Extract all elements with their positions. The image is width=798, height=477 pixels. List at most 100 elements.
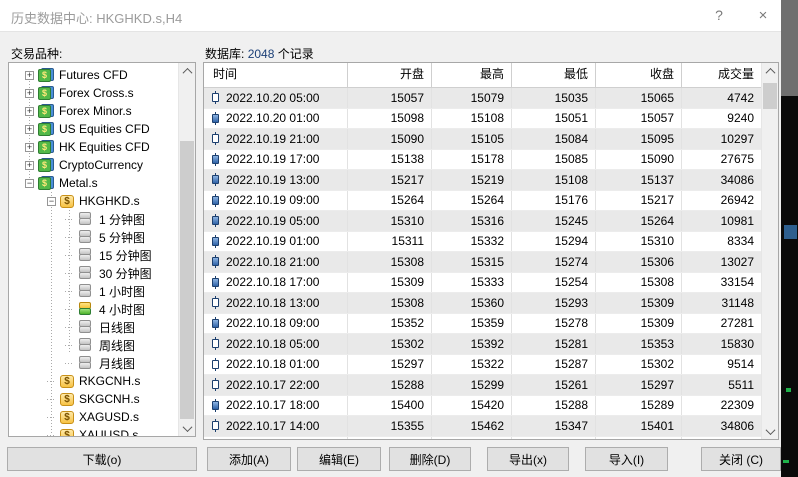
table-row[interactable]: 2022.10.17 22:00152881529915261152975511 <box>204 375 761 396</box>
chevron-up-icon <box>765 67 775 77</box>
cell-close: 15137 <box>596 170 682 190</box>
close-button[interactable]: 关闭 (C) <box>701 447 781 471</box>
table-row[interactable]: 2022.10.18 01:00152971532215287153029514 <box>204 355 761 376</box>
cell-high: 15420 <box>432 396 512 416</box>
cell-open: 15400 <box>348 396 432 416</box>
scrollbar-up-arrow[interactable] <box>762 63 778 79</box>
help-icon[interactable]: ? <box>702 3 736 28</box>
tree-item[interactable]: $XAGUSD.s <box>9 408 178 426</box>
table-row[interactable]: 2022.10.18 05:00153021539215281153531583… <box>204 334 761 355</box>
expand-toggle-icon[interactable]: + <box>25 89 34 98</box>
tree-item[interactable]: 15 分钟图 <box>9 246 178 264</box>
cell-high: 15333 <box>432 273 512 293</box>
tree-item[interactable]: 日线图 <box>9 318 178 336</box>
scrollbar-thumb[interactable] <box>763 83 777 109</box>
scrollbar-down-arrow[interactable] <box>179 420 195 436</box>
cell-time: 2022.10.17 14:00 <box>226 419 319 433</box>
table-row[interactable]: 2022.10.17 14:00153551546215347154013480… <box>204 416 761 437</box>
export-button[interactable]: 导出(x) <box>487 447 569 471</box>
cell-time: 2022.10.17 18:00 <box>226 398 319 412</box>
scrollbar-down-arrow[interactable] <box>762 423 778 439</box>
tree-item[interactable]: +$CryptoCurrency <box>9 156 178 174</box>
column-header-2: 最高 <box>432 63 512 87</box>
import-button[interactable]: 导入(I) <box>585 447 668 471</box>
cell-low: 15176 <box>512 191 596 211</box>
cell-volume: 34806 <box>682 416 761 436</box>
table-row[interactable]: 2022.10.19 21:00150901510515084150951029… <box>204 129 761 150</box>
table-row[interactable] <box>204 437 761 440</box>
tree-item[interactable]: +$Forex Minor.s <box>9 102 178 120</box>
tree-item[interactable]: 月线图 <box>9 354 178 372</box>
table-row[interactable]: 2022.10.20 01:00150981510815051150579240 <box>204 109 761 130</box>
tree-item-label: 日线图 <box>99 319 135 336</box>
cell-time: 2022.10.20 01:00 <box>226 111 319 125</box>
expand-toggle-icon[interactable]: + <box>25 125 34 134</box>
table-row[interactable]: 2022.10.18 21:00153081531515274153061302… <box>204 252 761 273</box>
tree-item[interactable]: +$Futures CFD <box>9 66 178 84</box>
expand-toggle-icon[interactable]: − <box>47 197 56 206</box>
table-row[interactable]: 2022.10.18 13:00153081536015293153093114… <box>204 293 761 314</box>
cell-close: 15264 <box>596 211 682 231</box>
tree-item[interactable]: +$HK Equities CFD <box>9 138 178 156</box>
table-row[interactable]: 2022.10.19 09:00152641526415176152172694… <box>204 191 761 212</box>
table-row[interactable]: 2022.10.18 09:00153521535915278153092728… <box>204 314 761 335</box>
cell-close: 15306 <box>596 252 682 272</box>
download-button[interactable]: 下载(o) <box>7 447 197 471</box>
timeframe-icon <box>78 284 94 298</box>
tree-scrollbar[interactable] <box>178 63 195 436</box>
tree-item[interactable]: 1 小时图 <box>9 282 178 300</box>
add-button[interactable]: 添加(A) <box>207 447 291 471</box>
cell-volume: 10297 <box>682 129 761 149</box>
edit-button[interactable]: 编辑(E) <box>297 447 381 471</box>
tree-item-label: Forex Minor.s <box>59 104 132 118</box>
cell-low: 15035 <box>512 88 596 108</box>
tree-connector-line <box>65 309 74 310</box>
cell-volume: 27675 <box>682 150 761 170</box>
table-row[interactable]: 2022.10.20 05:00150571507915035150654742 <box>204 88 761 109</box>
tree-item[interactable]: 周线图 <box>9 336 178 354</box>
table-row[interactable]: 2022.10.18 17:00153091533315254153083315… <box>204 273 761 294</box>
close-icon[interactable]: × <box>746 3 780 28</box>
table-row[interactable]: 2022.10.17 18:00154001542015288152892230… <box>204 396 761 417</box>
cell-open: 15355 <box>348 416 432 436</box>
cell-low: 15108 <box>512 170 596 190</box>
cell-close: 15289 <box>596 396 682 416</box>
table-row[interactable]: 2022.10.19 01:00153111533215294153108334 <box>204 232 761 253</box>
tree-item[interactable]: −$HKGHKD.s <box>9 192 178 210</box>
expand-toggle-icon[interactable]: + <box>25 107 34 116</box>
tree-connector-line <box>65 255 74 256</box>
expand-toggle-icon[interactable]: + <box>25 71 34 80</box>
tree-item[interactable]: $SKGCNH.s <box>9 390 178 408</box>
tree-item[interactable]: $RKGCNH.s <box>9 372 178 390</box>
table-row[interactable]: 2022.10.19 17:00151381517815085150902767… <box>204 150 761 171</box>
table-row[interactable]: 2022.10.19 13:00152171521915108151373408… <box>204 170 761 191</box>
bearish-candle-icon <box>212 399 219 412</box>
tree-item[interactable]: 4 小时图 <box>9 300 178 318</box>
cell-low: 15254 <box>512 273 596 293</box>
tree-item-label: 15 分钟图 <box>99 247 152 264</box>
expand-toggle-icon[interactable]: − <box>25 179 34 188</box>
tree-item-label: CryptoCurrency <box>59 158 143 172</box>
tree-item[interactable]: $XAUUSD.s <box>9 426 178 437</box>
symbol-icon: $ <box>60 393 74 406</box>
cell-low: 15294 <box>512 232 596 252</box>
tree-item-label: XAUUSD.s <box>79 428 138 437</box>
scrollbar-up-arrow[interactable] <box>179 63 195 79</box>
timeframe-icon <box>78 320 94 334</box>
cell-volume: 15830 <box>682 334 761 354</box>
expand-toggle-icon[interactable]: + <box>25 143 34 152</box>
table-row[interactable]: 2022.10.19 05:00153101531615245152641098… <box>204 211 761 232</box>
table-scrollbar[interactable] <box>761 63 778 439</box>
tree-item[interactable]: 5 分钟图 <box>9 228 178 246</box>
tree-item[interactable]: −$Metal.s <box>9 174 178 192</box>
delete-button[interactable]: 删除(D) <box>389 447 471 471</box>
tree-item[interactable]: +$US Equities CFD <box>9 120 178 138</box>
tree-item[interactable]: 30 分钟图 <box>9 264 178 282</box>
tree-item-label: 周线图 <box>99 337 135 354</box>
timeframe-icon <box>78 230 94 244</box>
tree-item[interactable]: 1 分钟图 <box>9 210 178 228</box>
tree-item[interactable]: +$Forex Cross.s <box>9 84 178 102</box>
scrollbar-thumb[interactable] <box>180 141 194 419</box>
expand-toggle-icon[interactable]: + <box>25 161 34 170</box>
cell-high: 15360 <box>432 293 512 313</box>
